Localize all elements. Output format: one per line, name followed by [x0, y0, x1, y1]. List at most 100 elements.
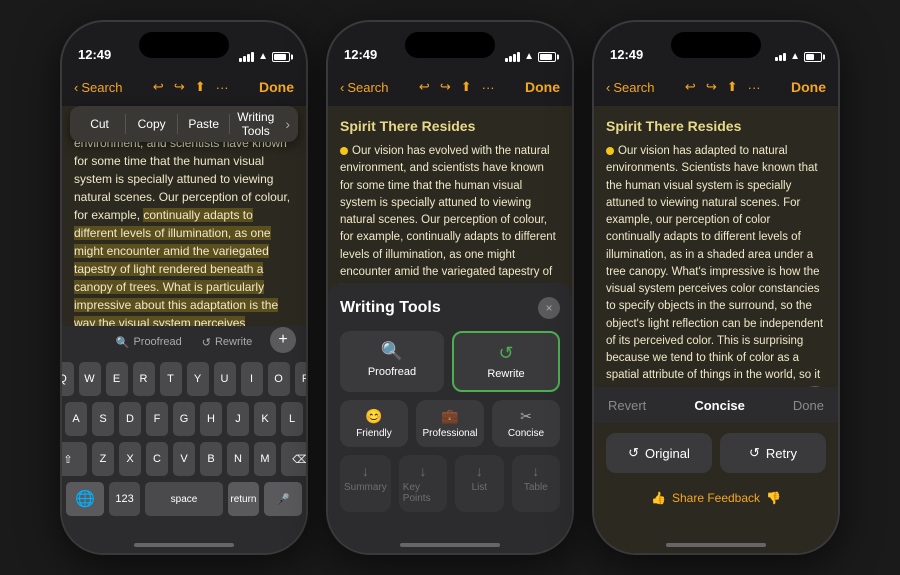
key-d[interactable]: D: [119, 402, 141, 436]
back-button-3[interactable]: ‹ Search: [606, 80, 655, 95]
emoji-key[interactable]: 🌐: [66, 482, 104, 516]
history-back-icon-3[interactable]: ↩: [685, 79, 696, 95]
key-w[interactable]: W: [79, 362, 101, 396]
key-m[interactable]: M: [254, 442, 276, 476]
concise-button[interactable]: ✂ Concise: [492, 400, 560, 447]
retry-button[interactable]: ↺ Retry: [720, 433, 826, 473]
notes-content-2: Spirit There Resides Our vision has evol…: [328, 106, 572, 553]
done-button-2[interactable]: Done: [525, 79, 560, 95]
key-points-label: Key Points: [403, 482, 443, 504]
retry-icon: ↺: [749, 445, 760, 461]
return-key[interactable]: return: [228, 482, 259, 516]
history-back-icon[interactable]: ↩: [153, 79, 164, 95]
key-a[interactable]: A: [65, 402, 87, 436]
key-p[interactable]: P: [295, 362, 307, 396]
proofread-wt-button[interactable]: 🔍 Proofread: [340, 331, 444, 392]
done-button-1[interactable]: Done: [259, 79, 294, 95]
copy-button[interactable]: Copy: [126, 113, 177, 135]
battery-3: [804, 52, 822, 62]
thumbs-up-icon[interactable]: 👍: [651, 491, 666, 505]
done-option[interactable]: Done: [793, 398, 824, 413]
rewrite-wt-button[interactable]: ↺ Rewrite: [452, 331, 560, 392]
key-n[interactable]: N: [227, 442, 249, 476]
rewrite-icon-toolbar: ↺: [202, 336, 211, 349]
history-fwd-icon-2[interactable]: ↪: [440, 79, 451, 95]
mic-key[interactable]: 🎤: [264, 482, 302, 516]
key-k[interactable]: K: [254, 402, 276, 436]
cut-button[interactable]: Cut: [74, 113, 125, 135]
shift-key[interactable]: ⇧: [62, 442, 87, 476]
key-l[interactable]: L: [281, 402, 303, 436]
kbd-row-3: ⇧ Z X C V B N M ⌫: [66, 442, 302, 476]
summary-label: Summary: [344, 482, 387, 493]
status-icons-1: ▲: [239, 51, 290, 62]
key-points-button[interactable]: ↓ Key Points: [399, 455, 447, 512]
plus-button-1[interactable]: +: [270, 327, 296, 353]
table-icon: ↓: [532, 463, 539, 479]
friendly-label: Friendly: [356, 428, 392, 439]
delete-key[interactable]: ⌫: [281, 442, 306, 476]
more-icon-2[interactable]: ···: [482, 80, 495, 95]
more-icon-3[interactable]: ···: [748, 80, 761, 95]
history-back-icon-2[interactable]: ↩: [419, 79, 430, 95]
writing-tools-button[interactable]: Writing Tools: [230, 106, 281, 142]
home-indicator-3: [666, 543, 766, 547]
key-h[interactable]: H: [200, 402, 222, 436]
rewrite-options-bar: Revert Concise Done: [594, 387, 838, 423]
history-fwd-icon-3[interactable]: ↪: [706, 79, 717, 95]
key-f[interactable]: F: [146, 402, 168, 436]
key-s[interactable]: S: [92, 402, 114, 436]
share-icon-1[interactable]: ⬆: [195, 79, 206, 95]
wifi-icon-1: ▲: [258, 51, 268, 62]
key-c[interactable]: C: [146, 442, 168, 476]
key-i[interactable]: I: [241, 362, 263, 396]
key-o[interactable]: O: [268, 362, 290, 396]
key-e[interactable]: E: [106, 362, 128, 396]
thumbs-down-icon[interactable]: 👎: [766, 491, 781, 505]
retry-label: Retry: [766, 446, 797, 461]
key-v[interactable]: V: [173, 442, 195, 476]
rewrite-button-toolbar[interactable]: ↺ Rewrite: [202, 336, 253, 349]
key-r[interactable]: R: [133, 362, 155, 396]
rewrite-wt-label: Rewrite: [487, 368, 524, 380]
original-button[interactable]: ↺ Original: [606, 433, 712, 473]
more-icon-1[interactable]: ···: [216, 80, 229, 95]
proofread-button[interactable]: 🔍 Proofread: [116, 336, 182, 349]
paste-button[interactable]: Paste: [178, 113, 229, 135]
key-y[interactable]: Y: [187, 362, 209, 396]
friendly-button[interactable]: 😊 Friendly: [340, 400, 408, 447]
key-q[interactable]: Q: [62, 362, 74, 396]
done-button-3[interactable]: Done: [791, 79, 826, 95]
key-b[interactable]: B: [200, 442, 222, 476]
keyboard-1: Q W E R T Y U I O P A S D: [62, 358, 306, 553]
key-x[interactable]: X: [119, 442, 141, 476]
list-button[interactable]: ↓ List: [455, 455, 503, 512]
friendly-icon: 😊: [365, 408, 382, 425]
back-button-2[interactable]: ‹ Search: [340, 80, 389, 95]
original-icon: ↺: [628, 445, 639, 461]
share-icon-3[interactable]: ⬆: [727, 79, 738, 95]
back-button-1[interactable]: ‹ Search: [74, 80, 123, 95]
dynamic-island-2: [405, 32, 495, 58]
concise-option[interactable]: Concise: [694, 398, 745, 413]
key-u[interactable]: U: [214, 362, 236, 396]
signal-icon-2: [505, 52, 520, 62]
notes-title-3: Spirit There Resides: [606, 116, 826, 137]
dynamic-island-3: [671, 32, 761, 58]
history-fwd-icon[interactable]: ↪: [174, 79, 185, 95]
share-feedback-label[interactable]: Share Feedback: [672, 491, 760, 505]
share-icon-2[interactable]: ⬆: [461, 79, 472, 95]
space-key[interactable]: space: [145, 482, 223, 516]
professional-button[interactable]: 💼 Professional: [416, 400, 484, 447]
key-g[interactable]: G: [173, 402, 195, 436]
table-button[interactable]: ↓ Table: [512, 455, 560, 512]
concise-icon: ✂: [520, 408, 532, 425]
key-z[interactable]: Z: [92, 442, 114, 476]
key-t[interactable]: T: [160, 362, 182, 396]
key-j[interactable]: J: [227, 402, 249, 436]
writing-tools-close[interactable]: ×: [538, 297, 560, 319]
revert-option[interactable]: Revert: [608, 398, 646, 413]
phone-3: 12:49 ▲ ‹ Search ↩ ↪: [592, 20, 840, 555]
num-key[interactable]: 123: [109, 482, 140, 516]
summary-button[interactable]: ↓ Summary: [340, 455, 391, 512]
